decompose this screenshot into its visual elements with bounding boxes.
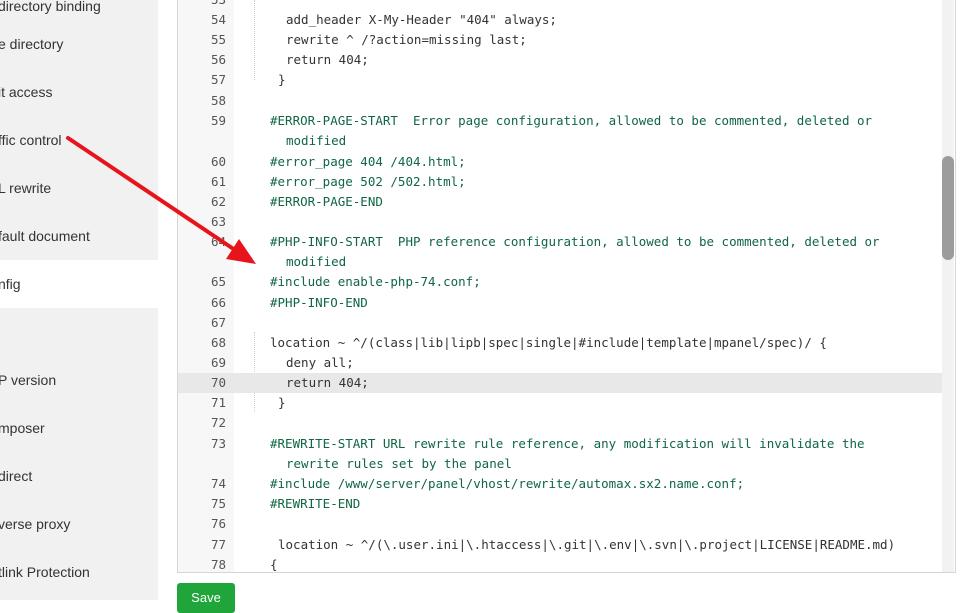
- sidebar-item-label: it access: [0, 84, 53, 100]
- line-number: 78: [210, 557, 226, 572]
- sidebar-item-label: nfig: [0, 276, 21, 292]
- sidebar-item-label: fault document: [0, 228, 90, 244]
- line-number: 69: [210, 355, 226, 370]
- line-number: 76: [210, 516, 226, 531]
- line-number: 55: [210, 32, 226, 47]
- code-text: }: [278, 395, 286, 410]
- sidebar-item-reverse-proxy[interactable]: verse proxy: [0, 500, 158, 548]
- line-number: 75: [210, 496, 226, 511]
- sidebar-item-label: direct: [0, 468, 33, 484]
- line-number: 54: [210, 12, 226, 27]
- code-text: #REWRITE-START URL rewrite rule referenc…: [270, 436, 865, 451]
- line-number: 65: [210, 274, 226, 289]
- code-text: #PHP-INFO-END: [270, 295, 368, 310]
- line-number: 63: [210, 214, 226, 229]
- line-number: 71: [210, 395, 226, 410]
- sidebar-item-config[interactable]: nfig: [0, 260, 158, 308]
- sidebar-item-default-document[interactable]: fault document: [0, 212, 158, 260]
- sidebar-item-label: ffic control: [0, 132, 62, 148]
- line-number: 73: [210, 436, 226, 451]
- indent-guide: [254, 332, 255, 412]
- code-text: deny all;: [286, 355, 354, 370]
- code-text: {: [270, 557, 278, 572]
- code-text: }: [278, 72, 286, 87]
- line-number: 53: [178, 0, 226, 7]
- code-text: #REWRITE-END: [270, 496, 361, 511]
- sidebar-item-label: mposer: [0, 420, 45, 436]
- code-text: #include /www/server/panel/vhost/rewrite…: [270, 476, 745, 491]
- code-text: return 404;: [286, 375, 369, 390]
- line-number: 60: [210, 154, 226, 169]
- code-text: #ERROR-PAGE-END: [270, 194, 383, 209]
- code-text: return 404;: [286, 52, 369, 67]
- sidebar-item-label: verse proxy: [0, 516, 71, 532]
- code-text: #ERROR-PAGE-START Error page configurati…: [270, 113, 873, 128]
- sidebar-item-php-version[interactable]: P version: [0, 356, 158, 404]
- code-text: rewrite ^ /?action=missing last;: [286, 32, 527, 47]
- editor-scrollbar-thumb[interactable]: [942, 156, 954, 260]
- sidebar-item-url-rewrite[interactable]: L rewrite: [0, 164, 158, 212]
- sidebar-item-blank[interactable]: [0, 308, 158, 356]
- line-number: 70: [210, 375, 226, 390]
- code-text: add_header X-My-Header "404" always;: [286, 12, 557, 27]
- line-number: 57: [210, 72, 226, 87]
- line-number: 59: [210, 113, 226, 128]
- line-number: 64: [210, 234, 226, 249]
- code-text: rewrite rules set by the panel: [286, 456, 512, 471]
- indent-guide: [254, 0, 255, 80]
- line-number: 77: [210, 537, 226, 552]
- editor-scrollbar-track[interactable]: [942, 0, 954, 572]
- code-text: modified: [286, 133, 347, 148]
- save-button[interactable]: Save: [177, 583, 235, 613]
- code-text: location ~ ^/(\.user.ini|\.htaccess|\.gi…: [278, 537, 896, 552]
- code-editor[interactable]: 53 54 add_header X-My-Header "404" alway…: [177, 0, 956, 573]
- line-number: 66: [210, 295, 226, 310]
- line-number: 58: [210, 93, 226, 108]
- sidebar: directory binding e directory it access …: [0, 0, 158, 600]
- sidebar-item-label: tlink Protection: [0, 564, 90, 580]
- code-text: #error_page 502 /502.html;: [270, 174, 466, 189]
- code-text: #PHP-INFO-START PHP reference configurat…: [270, 234, 880, 249]
- line-number: 61: [210, 174, 226, 189]
- line-number: 56: [210, 52, 226, 67]
- sidebar-item-label: L rewrite: [0, 180, 52, 196]
- code-text: modified: [286, 254, 347, 269]
- code-line-active: 70 return 404;: [178, 373, 942, 393]
- sidebar-item-site-directory[interactable]: e directory: [0, 20, 158, 68]
- sidebar-item-redirect[interactable]: direct: [0, 452, 158, 500]
- sidebar-item-label: P version: [0, 372, 57, 388]
- code-text: location ~ ^/(class|lib|lipb|spec|single…: [270, 335, 827, 350]
- sidebar-item-traffic-control[interactable]: ffic control: [0, 116, 158, 164]
- line-number: 62: [210, 194, 226, 209]
- line-number: 72: [210, 415, 226, 430]
- sidebar-item-composer[interactable]: mposer: [0, 404, 158, 452]
- code-text: #error_page 404 /404.html;: [270, 154, 466, 169]
- line-number: 74: [210, 476, 226, 491]
- sidebar-item-limit-access[interactable]: it access: [0, 68, 158, 116]
- sidebar-item-label: e directory: [0, 36, 64, 52]
- line-number: 68: [210, 335, 226, 350]
- sidebar-item-hotlink-protection[interactable]: tlink Protection: [0, 548, 158, 596]
- code-text: #include enable-php-74.conf;: [270, 274, 481, 289]
- line-number: 67: [210, 315, 226, 330]
